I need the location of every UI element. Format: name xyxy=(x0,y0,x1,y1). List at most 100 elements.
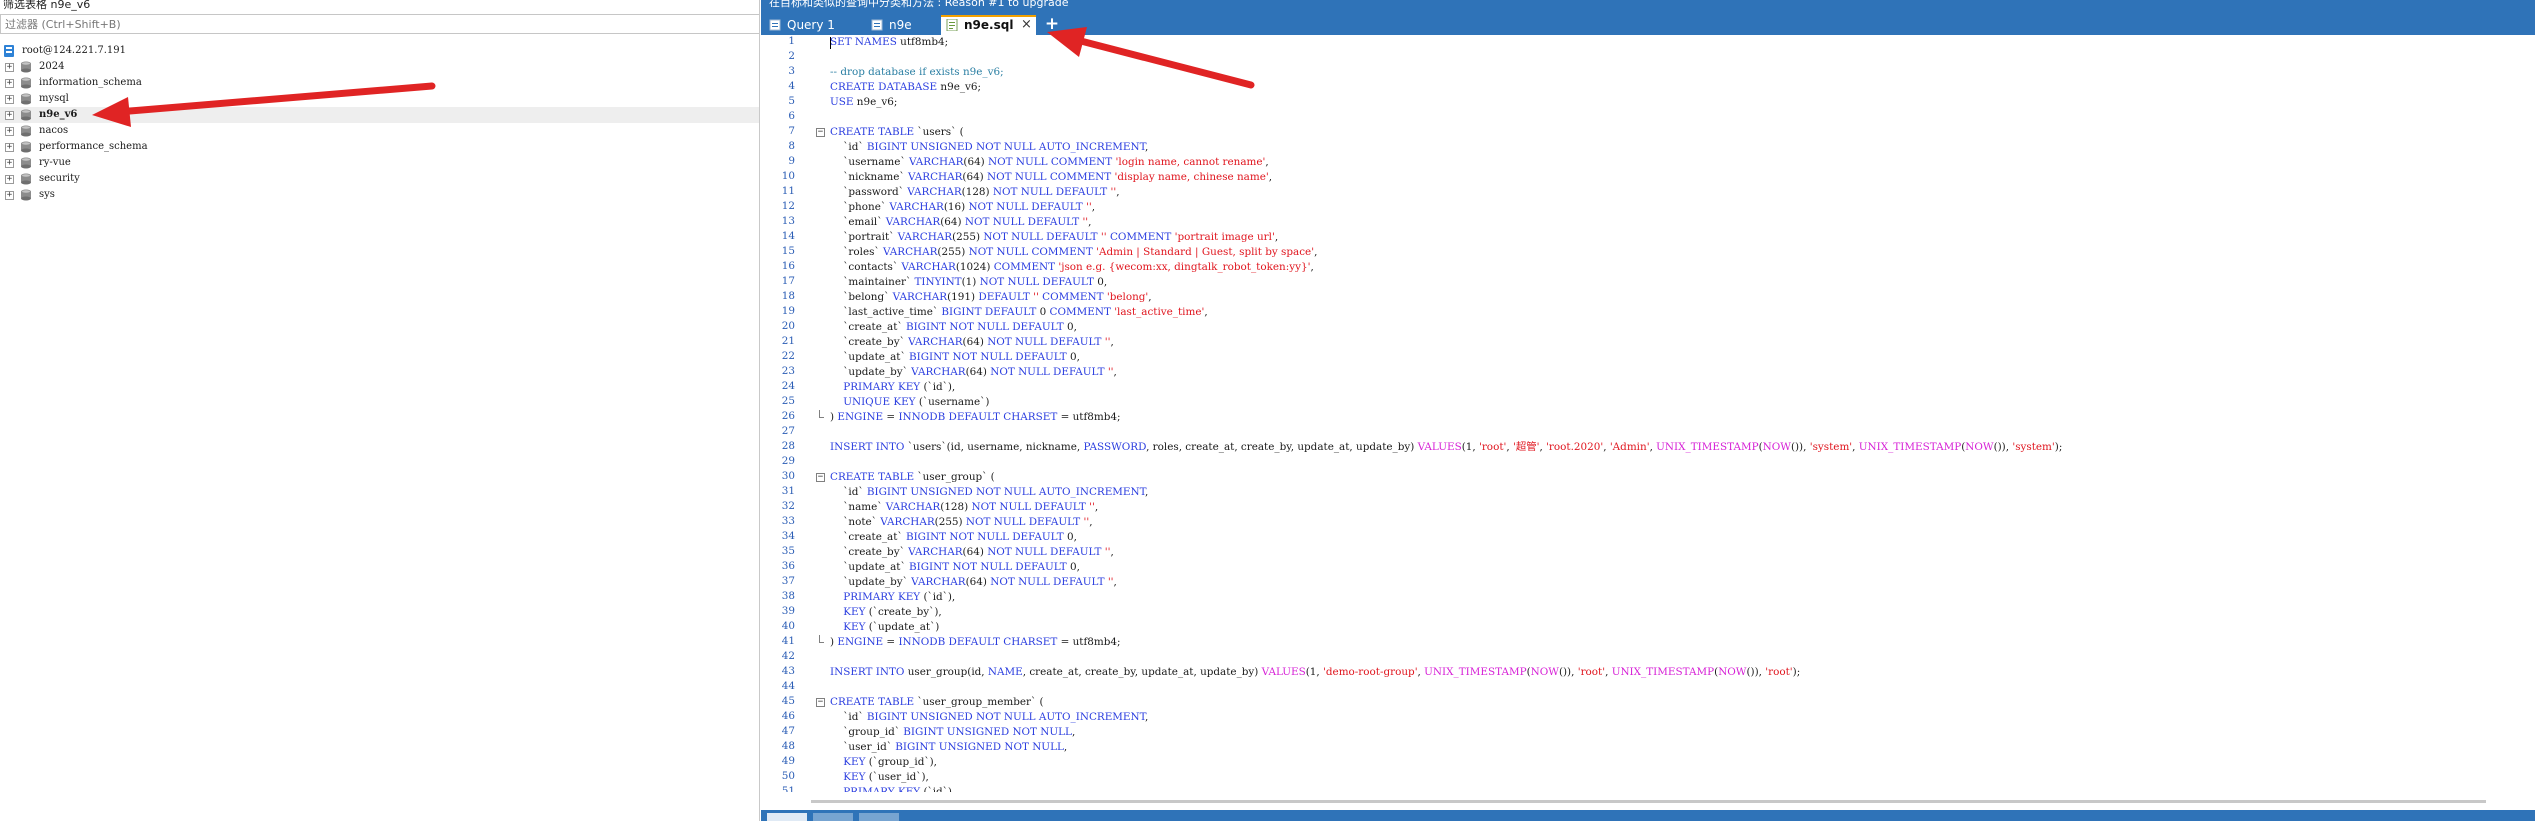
code-line[interactable]: 18 `belong` VARCHAR(191) DEFAULT '' COMM… xyxy=(761,290,2535,305)
horizontal-scrollbar[interactable] xyxy=(811,800,2486,803)
code-line[interactable]: 43 INSERT INTO user_group(id, NAME, creat… xyxy=(761,665,2535,680)
code-line[interactable]: 42 xyxy=(761,650,2535,665)
code-text: `contacts` VARCHAR(1024) COMMENT 'json e… xyxy=(830,260,1314,275)
expand-icon[interactable]: + xyxy=(5,175,14,184)
code-line[interactable]: 16 `contacts` VARCHAR(1024) COMMENT 'jso… xyxy=(761,260,2535,275)
expand-icon[interactable]: + xyxy=(5,143,14,152)
expand-icon[interactable]: + xyxy=(5,95,14,104)
code-line[interactable]: 23 `update_by` VARCHAR(64) NOT NULL DEFA… xyxy=(761,365,2535,380)
code-line[interactable]: 26) ENGINE = INNODB DEFAULT CHARSET = ut… xyxy=(761,410,2535,425)
tab-query-1[interactable]: Query 1 xyxy=(767,15,835,35)
code-line[interactable]: 50 KEY (`user_id`), xyxy=(761,770,2535,785)
database-node-2024[interactable]: +2024 xyxy=(0,59,759,75)
tab-n9e[interactable]: n9e xyxy=(869,15,921,35)
code-line[interactable]: 9 `username` VARCHAR(64) NOT NULL COMMEN… xyxy=(761,155,2535,170)
code-line[interactable]: 19 `last_active_time` BIGINT DEFAULT 0 C… xyxy=(761,305,2535,320)
code-line[interactable]: 8 `id` BIGINT UNSIGNED NOT NULL AUTO_INC… xyxy=(761,140,2535,155)
bottom-tab-messages[interactable] xyxy=(767,813,807,821)
code-token: INSERT INTO xyxy=(830,666,905,678)
code-line[interactable]: 21 `create_by` VARCHAR(64) NOT NULL DEFA… xyxy=(761,335,2535,350)
expand-icon[interactable]: + xyxy=(5,79,14,88)
code-line[interactable]: 51 PRIMARY KEY (`id`) xyxy=(761,785,2535,792)
code-token: (64) xyxy=(963,156,989,168)
code-line[interactable]: 35 `create_by` VARCHAR(64) NOT NULL DEFA… xyxy=(761,545,2535,560)
code-line[interactable]: 11 `password` VARCHAR(128) NOT NULL DEFA… xyxy=(761,185,2535,200)
object-filter-input[interactable]: 过滤器 (Ctrl+Shift+B) xyxy=(0,14,759,34)
database-node-performance-schema[interactable]: + performance_schema xyxy=(0,139,759,155)
database-name: performance_schema xyxy=(39,141,148,152)
code-line[interactable]: 39 KEY (`create_by`), xyxy=(761,605,2535,620)
code-line[interactable]: 41) ENGINE = INNODB DEFAULT CHARSET = ut… xyxy=(761,635,2535,650)
code-token: USE xyxy=(830,96,854,108)
close-tab-icon[interactable]: × xyxy=(1021,17,1032,32)
code-line[interactable]: 10 `nickname` VARCHAR(64) NOT NULL COMME… xyxy=(761,170,2535,185)
code-line[interactable]: 24 PRIMARY KEY (`id`), xyxy=(761,380,2535,395)
fold-collapse-icon[interactable]: − xyxy=(816,473,825,482)
code-line[interactable]: 37 `update_by` VARCHAR(64) NOT NULL DEFA… xyxy=(761,575,2535,590)
expand-icon[interactable]: + xyxy=(5,111,14,120)
database-node-n9e-v6[interactable]: + n9e_v6 xyxy=(0,107,759,123)
connection-node[interactable]: root@124.221.7.191 xyxy=(0,43,759,59)
code-line[interactable]: 36 `update_at` BIGINT NOT NULL DEFAULT 0… xyxy=(761,560,2535,575)
code-line[interactable]: 12 `phone` VARCHAR(16) NOT NULL DEFAULT … xyxy=(761,200,2535,215)
code-token: `create_at` xyxy=(830,531,906,543)
code-line[interactable]: 1 SET NAMES utf8mb4; xyxy=(761,35,2535,50)
code-line[interactable]: 5 USE n9e_v6; xyxy=(761,95,2535,110)
line-number: 4 xyxy=(788,80,795,92)
code-line[interactable]: 2 xyxy=(761,50,2535,65)
code-line[interactable]: 48 `user_id` BIGINT UNSIGNED NOT NULL, xyxy=(761,740,2535,755)
code-line[interactable]: 4 CREATE DATABASE n9e_v6; xyxy=(761,80,2535,95)
code-line[interactable]: 38 PRIMARY KEY (`id`), xyxy=(761,590,2535,605)
bottom-tab-history[interactable] xyxy=(859,813,899,821)
code-line[interactable]: 47 `group_id` BIGINT UNSIGNED NOT NULL, xyxy=(761,725,2535,740)
expand-icon[interactable]: + xyxy=(5,127,14,136)
code-token: , xyxy=(1113,366,1117,378)
expand-icon[interactable]: + xyxy=(5,159,14,168)
code-line[interactable]: 15 `roles` VARCHAR(255) NOT NULL COMMENT… xyxy=(761,245,2535,260)
code-line[interactable]: 34 `create_at` BIGINT NOT NULL DEFAULT 0… xyxy=(761,530,2535,545)
code-token: , xyxy=(1145,486,1149,498)
database-node-ry-vue[interactable]: + ry-vue xyxy=(0,155,759,171)
line-number: 46 xyxy=(781,710,795,722)
code-line[interactable]: 44 xyxy=(761,680,2535,695)
code-line[interactable]: 29 xyxy=(761,455,2535,470)
code-line[interactable]: 30 − CREATE TABLE `user_group` ( xyxy=(761,470,2535,485)
line-number: 18 xyxy=(781,290,795,302)
add-tab-button[interactable]: + xyxy=(1044,13,1060,35)
code-line[interactable]: 25 UNIQUE KEY (`username`) xyxy=(761,395,2535,410)
code-line[interactable]: 3 -- drop database if exists n9e_v6; xyxy=(761,65,2535,80)
code-line[interactable]: 6 xyxy=(761,110,2535,125)
code-line[interactable]: 28 INSERT INTO `users`(id, username, nick… xyxy=(761,440,2535,455)
expand-icon[interactable]: + xyxy=(5,191,14,200)
database-node-sys[interactable]: + sys xyxy=(0,187,759,203)
fold-collapse-icon[interactable]: − xyxy=(816,698,825,707)
code-line[interactable]: 33 `note` VARCHAR(255) NOT NULL DEFAULT … xyxy=(761,515,2535,530)
tab-n9e-sql[interactable]: n9e.sql × xyxy=(941,15,1036,35)
code-line[interactable]: 13 `email` VARCHAR(64) NOT NULL DEFAULT … xyxy=(761,215,2535,230)
line-number: 17 xyxy=(781,275,795,287)
code-text: CREATE DATABASE n9e_v6; xyxy=(830,80,981,95)
code-line[interactable]: 45 − CREATE TABLE `user_group_member` ( xyxy=(761,695,2535,710)
database-node-mysql[interactable]: + mysql xyxy=(0,91,759,107)
database-node-nacos[interactable]: + nacos xyxy=(0,123,759,139)
code-line[interactable]: 14 `portrait` VARCHAR(255) NOT NULL DEFA… xyxy=(761,230,2535,245)
code-line[interactable]: 7 − CREATE TABLE `users` ( xyxy=(761,125,2535,140)
code-line[interactable]: 17 `maintainer` TINYINT(1) NOT NULL DEFA… xyxy=(761,275,2535,290)
code-line[interactable]: 32 `name` VARCHAR(128) NOT NULL DEFAULT … xyxy=(761,500,2535,515)
sql-code-editor[interactable]: 1 SET NAMES utf8mb4; 2 3 -- drop database if… xyxy=(761,35,2535,792)
code-token: NOT NULL DEFAULT xyxy=(990,576,1105,588)
code-line[interactable]: 22 `update_at` BIGINT NOT NULL DEFAULT 0… xyxy=(761,350,2535,365)
bottom-tab-info[interactable] xyxy=(813,813,853,821)
code-token: NOT NULL DEFAULT xyxy=(979,276,1094,288)
code-line[interactable]: 20 `create_at` BIGINT NOT NULL DEFAULT 0… xyxy=(761,320,2535,335)
code-line[interactable]: 49 KEY (`group_id`), xyxy=(761,755,2535,770)
code-line[interactable]: 27 xyxy=(761,425,2535,440)
code-line[interactable]: 46 `id` BIGINT UNSIGNED NOT NULL AUTO_IN… xyxy=(761,710,2535,725)
database-node-information-schema[interactable]: + information_schema xyxy=(0,75,759,91)
code-line[interactable]: 31 `id` BIGINT UNSIGNED NOT NULL AUTO_IN… xyxy=(761,485,2535,500)
database-node-security[interactable]: + security xyxy=(0,171,759,187)
code-line[interactable]: 40 KEY (`update_at`) xyxy=(761,620,2535,635)
fold-collapse-icon[interactable]: − xyxy=(816,128,825,137)
expand-icon[interactable]: + xyxy=(5,63,14,72)
code-token: `user_group_member` ( xyxy=(914,696,1044,708)
